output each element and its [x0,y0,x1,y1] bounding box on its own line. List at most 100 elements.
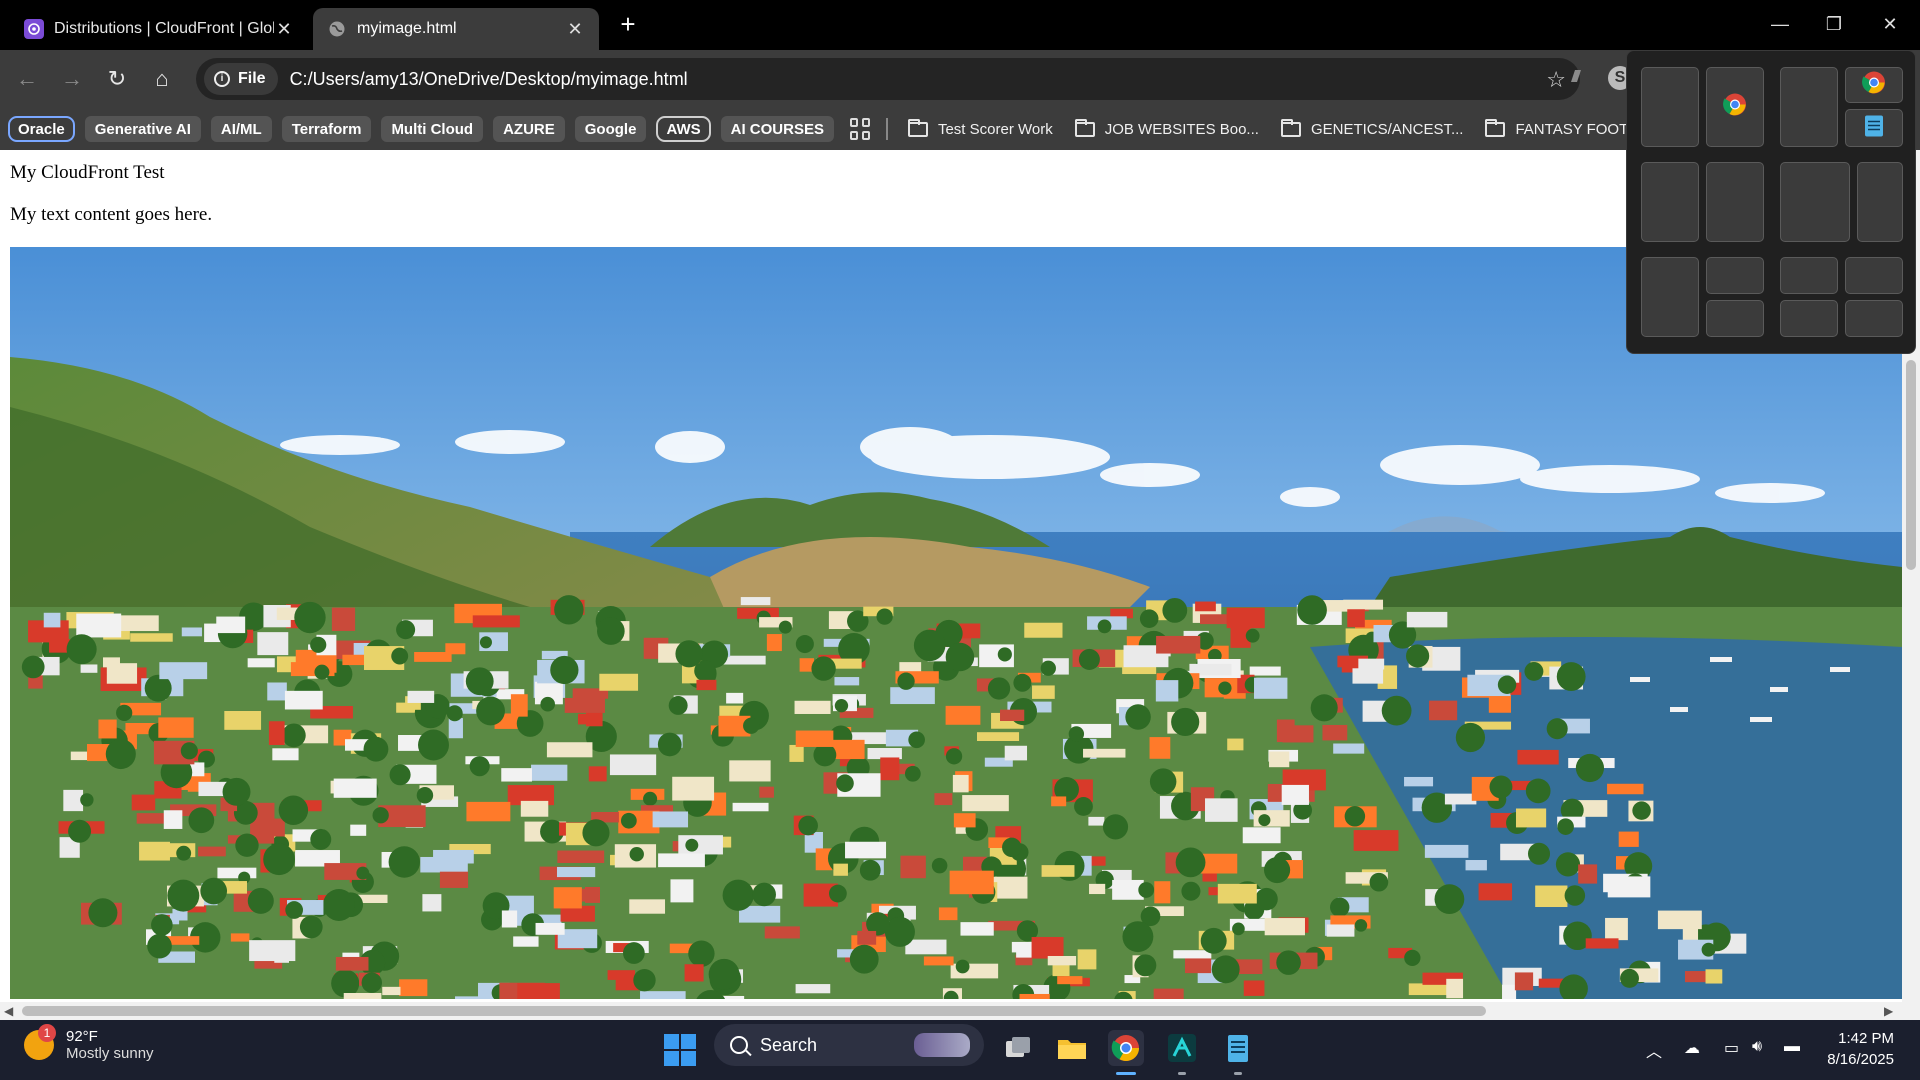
snap-zone[interactable] [1706,300,1764,337]
taskbar-search[interactable]: Search [714,1024,984,1066]
active-app-indicator [1116,1072,1136,1075]
snap-zone[interactable] [1845,257,1903,294]
info-icon: i [214,71,230,87]
snap-zone[interactable] [1857,162,1903,242]
harbor-town-photo [10,247,1902,999]
apps-grid-icon[interactable] [849,118,872,140]
home-button[interactable]: ⌂ [147,64,177,94]
open-app-indicator [1234,1072,1242,1075]
bookmark-azure[interactable]: AZURE [493,116,565,142]
task-view-icon[interactable] [1000,1030,1036,1066]
chrome-taskbar-icon[interactable] [1108,1030,1144,1066]
minimize-button[interactable]: — [1752,0,1808,48]
scroll-right-arrow-icon[interactable]: ▶ [1884,1004,1893,1018]
page-text: My text content goes here. [10,204,213,225]
taskbar: 1 92°F Mostly sunny Search ︿ ☁ ▭ 🔊︎ ▬ 1:… [0,1020,1920,1080]
snap-zone[interactable] [1780,162,1850,242]
forward-button[interactable]: → [57,64,87,94]
bookmark-ai-courses[interactable]: AI COURSES [720,116,834,142]
folder-label: JOB WEBSITES Boo... [1104,120,1259,138]
clock-time: 1:42 PM [1838,1030,1894,1047]
address-bar[interactable]: i File C:/Users/amy13/OneDrive/Desktop/m… [196,58,1580,100]
folder-icon [1485,118,1506,137]
close-tab-icon[interactable]: ✕ [565,19,585,40]
windows-start-icon[interactable] [664,1034,696,1066]
close-window-button[interactable]: ✕ [1862,0,1918,48]
bookmark-multi-cloud[interactable]: Multi Cloud [381,116,484,142]
notepad-icon [1864,114,1884,143]
folder-icon [1280,118,1301,137]
weather-widget[interactable]: 1 92°F Mostly sunny [24,1024,154,1062]
snap-zone[interactable] [1706,67,1764,147]
snipping-app-icon[interactable] [1164,1030,1200,1066]
snap-zone[interactable] [1780,257,1838,294]
site-info-chip[interactable]: i File [204,63,278,95]
back-button[interactable]: ← [12,64,42,94]
volume-icon[interactable]: 🔊︎ [1752,1038,1762,1056]
snap-zone[interactable] [1845,109,1903,147]
globe-icon [327,19,347,39]
bookmark-folder[interactable]: JOB WEBSITES Boo... [1074,118,1259,138]
open-app-indicator [1178,1072,1186,1075]
url-text[interactable]: C:/Users/amy13/OneDrive/Desktop/myimage.… [290,69,688,90]
snap-zone[interactable] [1706,162,1764,242]
snap-zone[interactable] [1845,67,1903,103]
notification-badge: 1 [38,1024,56,1042]
reload-button[interactable]: ↻ [102,64,132,94]
file-explorer-icon[interactable] [1054,1030,1090,1066]
weather-condition: Mostly sunny [66,1045,154,1062]
vertical-scroll-thumb[interactable] [1906,360,1916,570]
search-label: Search [760,1034,818,1055]
snap-zone[interactable] [1780,67,1838,147]
tab-title: Distributions | CloudFront | Glol [54,20,274,37]
scheme-label: File [238,70,266,87]
snap-zone[interactable] [1641,257,1699,337]
bookmark-terraform[interactable]: Terraform [281,116,372,142]
bookmark-generative-ai[interactable]: Generative AI [84,116,201,142]
snap-zone[interactable] [1845,300,1903,337]
restore-button[interactable]: ❐ [1806,0,1862,48]
weather-temp: 92°F [66,1028,98,1045]
chrome-icon [1862,71,1886,100]
bookmark-ai-ml[interactable]: AI/ML [210,116,272,142]
snap-zone[interactable] [1641,162,1699,242]
chrome-icon [1723,93,1747,122]
bookmark-google[interactable]: Google [574,116,647,142]
bookmark-oracle[interactable]: Oracle [8,116,75,142]
tab-myimage[interactable]: myimage.html ✕ [313,8,599,50]
folder-icon [1074,118,1095,137]
folder-icon [907,118,928,137]
snap-zone[interactable] [1641,67,1699,147]
new-tab-button[interactable]: + [614,10,642,38]
bookmark-separator [885,118,888,140]
folder-label: Test Scorer Work [937,120,1053,138]
horizontal-scroll-thumb[interactable] [22,1006,1486,1016]
battery-icon[interactable]: ▬ [1784,1038,1800,1056]
snap-zone[interactable] [1780,300,1838,337]
bookmark-folder[interactable]: GENETICS/ANCEST... [1280,118,1464,138]
network-icon[interactable]: ▭ [1724,1038,1739,1058]
tab-cloudfront[interactable]: Distributions | CloudFront | Glol ✕ [10,8,308,50]
search-highlight-art [914,1033,970,1057]
snap-layouts-menu [1626,50,1916,354]
horizontal-scrollbar[interactable]: ◀ ▶ [0,1002,1920,1020]
bookmark-aws[interactable]: AWS [656,116,711,142]
clock-date: 8/16/2025 [1827,1051,1894,1068]
onedrive-cloud-icon[interactable]: ☁ [1684,1038,1700,1058]
notepad-taskbar-icon[interactable] [1220,1030,1256,1066]
cloudfront-icon [24,19,44,39]
extension-icon[interactable] [1566,66,1588,88]
bookmark-star-icon[interactable]: ☆ [1546,67,1566,93]
scroll-left-arrow-icon[interactable]: ◀ [4,1004,13,1018]
page-heading: My CloudFront Test [10,162,165,183]
chevron-up-icon[interactable]: ︿ [1646,1038,1662,1062]
snap-zone[interactable] [1706,257,1764,294]
folder-label: GENETICS/ANCEST... [1310,120,1464,138]
tab-strip: Distributions | CloudFront | Glol ✕ myim… [0,0,1920,50]
sun-icon: 1 [24,1024,56,1060]
search-icon [730,1036,748,1054]
tab-title: myimage.html [357,20,457,37]
bookmark-folder[interactable]: Test Scorer Work [907,118,1053,138]
close-tab-icon[interactable]: ✕ [274,19,294,40]
system-clock[interactable]: 1:42 PM 8/16/2025 [1827,1028,1894,1070]
